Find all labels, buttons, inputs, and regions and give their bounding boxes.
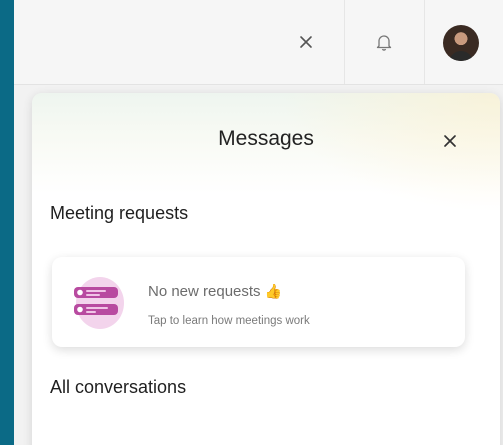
meeting-requests-heading: Meeting requests xyxy=(50,203,189,223)
thumbs-up-icon: 👍 xyxy=(264,283,283,299)
close-icon xyxy=(300,36,312,48)
close-icon xyxy=(444,135,456,147)
panel-gradient xyxy=(280,93,500,213)
topbar-divider xyxy=(344,0,345,84)
topbar-close-button[interactable] xyxy=(286,22,326,62)
card-title: No new requests 👍 xyxy=(148,283,282,300)
topbar-divider xyxy=(424,0,425,84)
all-conversations-heading: All conversations xyxy=(50,377,187,397)
meeting-requests-card[interactable]: No new requests 👍 Tap to learn how meeti… xyxy=(52,257,465,347)
messages-panel: Messages Meeting requests No new request… xyxy=(32,93,500,445)
card-subtitle: Tap to learn how meetings work xyxy=(148,315,310,327)
page-title: Messages xyxy=(218,127,314,150)
top-bar xyxy=(14,0,503,85)
meeting-requests-illustration-icon xyxy=(74,277,124,329)
avatar[interactable] xyxy=(443,25,479,61)
bell-icon xyxy=(376,35,392,51)
card-title-text: No new requests xyxy=(148,283,261,300)
app-window: Messages Meeting requests No new request… xyxy=(14,0,503,445)
notifications-button[interactable] xyxy=(364,22,404,62)
messages-close-button[interactable] xyxy=(436,127,464,155)
